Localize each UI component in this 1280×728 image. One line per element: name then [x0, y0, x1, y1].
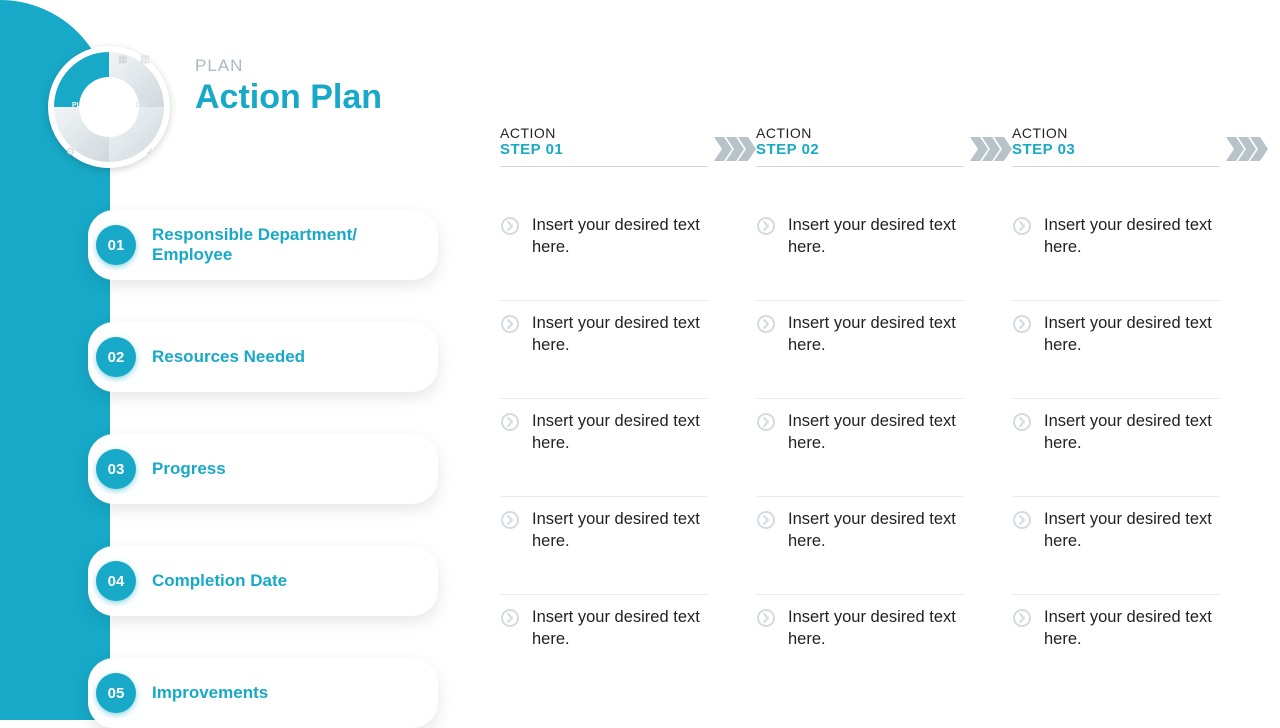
- cell-text: Insert your desired text here.: [1044, 410, 1220, 478]
- calculator-icon: ▦: [118, 54, 127, 65]
- pill-number: 05: [96, 673, 136, 713]
- cell: Insert your desired text here.: [500, 497, 708, 595]
- arrow-circle-icon: [756, 214, 776, 282]
- wheel-act-label: ACT: [74, 133, 88, 140]
- category-pill: 05 Improvements: [88, 658, 438, 728]
- arrow-circle-icon: [1012, 214, 1032, 282]
- pill-label: Completion Date: [152, 571, 287, 591]
- arrow-circle-icon: [756, 312, 776, 380]
- arrow-circle-icon: [756, 508, 776, 576]
- arrow-circle-icon: [500, 606, 520, 675]
- step-column: ACTION STEP 03 Insert your desired text …: [1012, 125, 1268, 693]
- clipboard-icon: ▥: [140, 54, 149, 65]
- cell: Insert your desired text here.: [1012, 203, 1220, 301]
- cell: Insert your desired text here.: [756, 203, 964, 301]
- cell-text: Insert your desired text here.: [1044, 312, 1220, 380]
- pill-label: Responsible Department/ Employee: [152, 225, 418, 266]
- step-column: ACTION STEP 01 Insert your desired text …: [500, 125, 756, 693]
- cell: Insert your desired text here.: [500, 399, 708, 497]
- cell-text: Insert your desired text here.: [1044, 508, 1220, 576]
- pdca-wheel: PLAN DO CHECK ACT ▦ ▥ ✓ ⚙: [44, 42, 174, 172]
- pill-label: Progress: [152, 459, 226, 479]
- cell-text: Insert your desired text here.: [788, 508, 964, 576]
- cell: Insert your desired text here.: [500, 301, 708, 399]
- cell-text: Insert your desired text here.: [788, 312, 964, 380]
- page-title: Action Plan: [195, 78, 382, 117]
- wheel-plan-label: PLAN: [72, 102, 91, 109]
- step-action-label: ACTION: [756, 125, 964, 141]
- arrow-circle-icon: [1012, 410, 1032, 478]
- step-number-label: STEP 02: [756, 141, 964, 158]
- step-number-label: STEP 01: [500, 141, 708, 158]
- pill-number: 01: [96, 225, 136, 265]
- eyebrow: PLAN: [195, 56, 382, 76]
- arrow-circle-icon: [500, 410, 520, 478]
- cell-text: Insert your desired text here.: [1044, 606, 1220, 675]
- chevron-right-icon: [714, 137, 756, 166]
- category-pill: 04 Completion Date: [88, 546, 438, 616]
- category-pill: 03 Progress: [88, 434, 438, 504]
- steps-grid: ACTION STEP 01 Insert your desired text …: [500, 125, 1270, 693]
- step-header: ACTION STEP 03: [1012, 125, 1220, 167]
- wheel-do-label: DO: [136, 102, 147, 109]
- arrow-circle-icon: [500, 214, 520, 282]
- step-header: ACTION STEP 02: [756, 125, 964, 167]
- cell: Insert your desired text here.: [500, 203, 708, 301]
- category-pill: 02 Resources Needed: [88, 322, 438, 392]
- cell-text: Insert your desired text here.: [532, 312, 708, 380]
- cell: Insert your desired text here.: [756, 399, 964, 497]
- chevron-right-icon: [1226, 137, 1268, 166]
- cell: Insert your desired text here.: [756, 497, 964, 595]
- arrow-circle-icon: [1012, 606, 1032, 675]
- cell: Insert your desired text here.: [1012, 399, 1220, 497]
- pill-label: Resources Needed: [152, 347, 305, 367]
- cell: Insert your desired text here.: [1012, 497, 1220, 595]
- step-column: ACTION STEP 02 Insert your desired text …: [756, 125, 1012, 693]
- cell-text: Insert your desired text here.: [788, 410, 964, 478]
- cell-text: Insert your desired text here.: [532, 606, 708, 675]
- step-cells: Insert your desired text here. Insert yo…: [1012, 203, 1268, 693]
- category-pill: 01 Responsible Department/ Employee: [88, 210, 438, 280]
- chevron-right-icon: [970, 137, 1012, 166]
- cell-text: Insert your desired text here.: [788, 606, 964, 675]
- cell: Insert your desired text here.: [500, 595, 708, 693]
- cell-text: Insert your desired text here.: [532, 410, 708, 478]
- step-cells: Insert your desired text here. Insert yo…: [500, 203, 756, 693]
- pill-number: 04: [96, 561, 136, 601]
- cell: Insert your desired text here.: [1012, 301, 1220, 399]
- cell-text: Insert your desired text here.: [532, 214, 708, 282]
- step-number-label: STEP 03: [1012, 141, 1220, 158]
- cell: Insert your desired text here.: [756, 301, 964, 399]
- arrow-circle-icon: [756, 410, 776, 478]
- pill-number: 03: [96, 449, 136, 489]
- step-cells: Insert your desired text here. Insert yo…: [756, 203, 1012, 693]
- header: PLAN Action Plan: [195, 56, 382, 117]
- cell-text: Insert your desired text here.: [788, 214, 964, 282]
- arrow-circle-icon: [1012, 312, 1032, 380]
- wheel-check-label: CHECK: [123, 133, 148, 140]
- pill-number: 02: [96, 337, 136, 377]
- step-action-label: ACTION: [1012, 125, 1220, 141]
- arrow-circle-icon: [500, 312, 520, 380]
- cell-text: Insert your desired text here.: [1044, 214, 1220, 282]
- cell: Insert your desired text here.: [1012, 595, 1220, 693]
- cell: Insert your desired text here.: [756, 595, 964, 693]
- gears-icon: ⚙: [66, 147, 75, 158]
- pill-label: Improvements: [152, 683, 268, 703]
- arrow-circle-icon: [756, 606, 776, 675]
- cell-text: Insert your desired text here.: [532, 508, 708, 576]
- check-icon: ✓: [146, 147, 154, 158]
- step-header: ACTION STEP 01: [500, 125, 708, 167]
- arrow-circle-icon: [1012, 508, 1032, 576]
- step-action-label: ACTION: [500, 125, 708, 141]
- category-rows: 01 Responsible Department/ Employee 02 R…: [88, 210, 438, 728]
- arrow-circle-icon: [500, 508, 520, 576]
